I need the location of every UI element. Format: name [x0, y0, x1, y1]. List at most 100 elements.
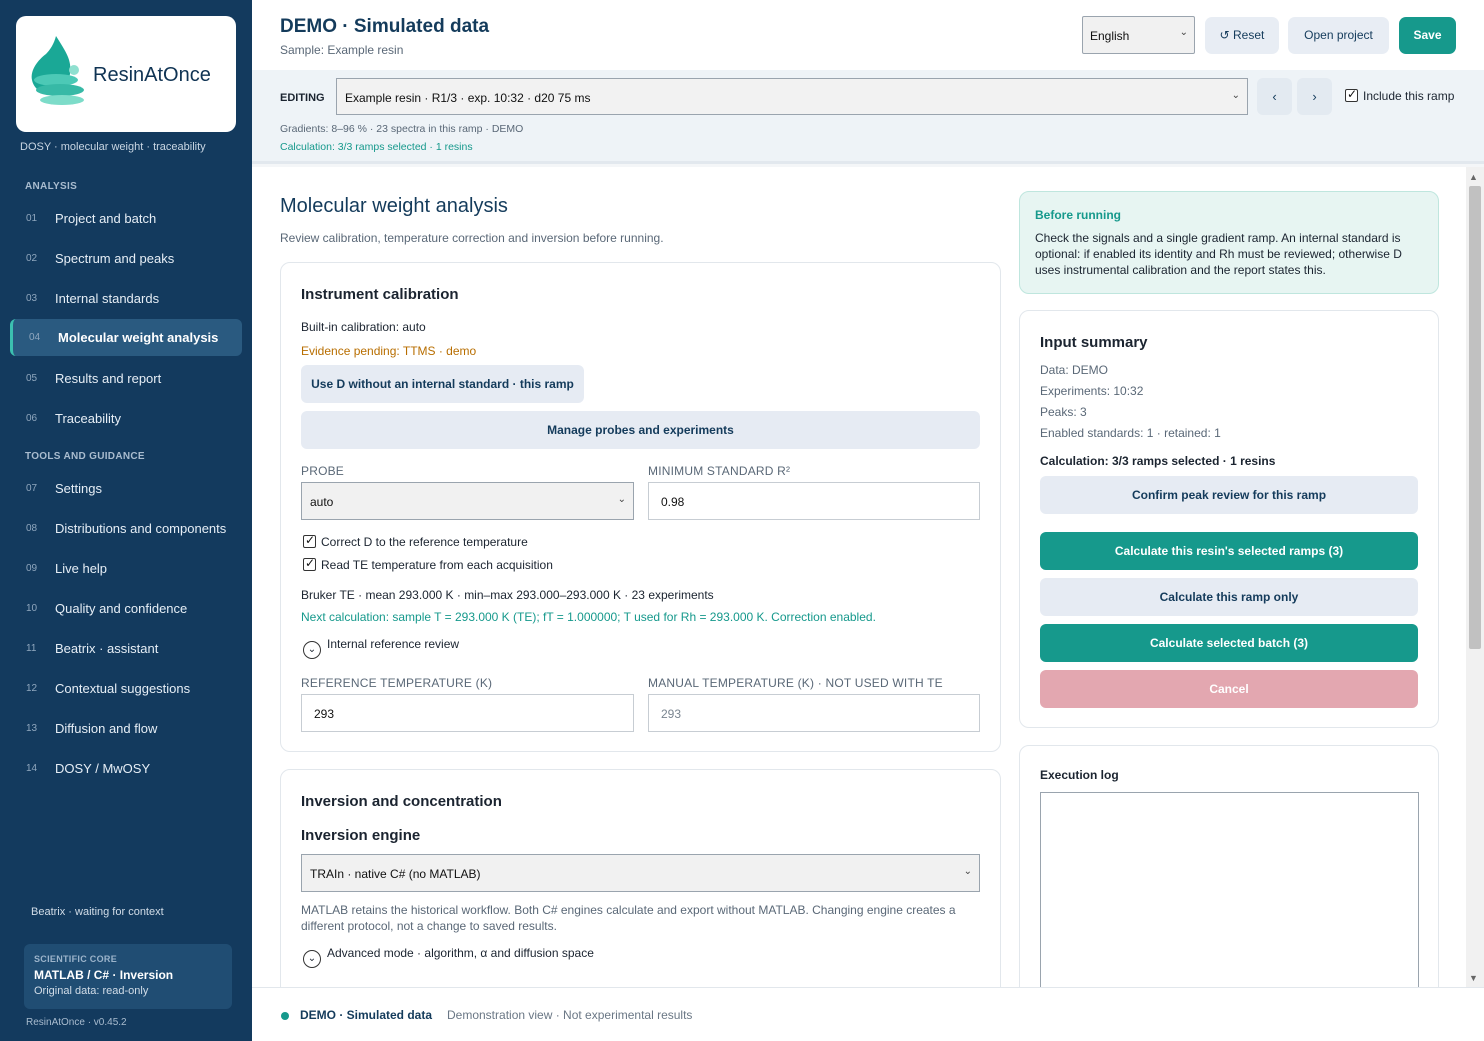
- nav-label: Diffusion and flow: [55, 721, 158, 736]
- reset-button[interactable]: ↺ Reset: [1205, 17, 1279, 54]
- page-title: Molecular weight analysis: [280, 195, 508, 217]
- min-r2-input[interactable]: 0.98: [648, 482, 980, 520]
- sidebar-item-settings[interactable]: 07 Settings: [10, 470, 242, 507]
- nav-number: 13: [26, 723, 38, 734]
- section-analysis: ANALYSIS: [25, 181, 78, 192]
- nav-label: Live help: [55, 561, 108, 576]
- nav-label: Project and batch: [55, 211, 157, 226]
- sidebar-item-diffusion[interactable]: 13 Diffusion and flow: [10, 710, 242, 747]
- chevron-down-icon: ⌄: [963, 866, 972, 877]
- scrollbar-thumb[interactable]: [1469, 186, 1481, 649]
- use-d-without-standard-button[interactable]: Use D without an internal standard · thi…: [301, 365, 584, 403]
- cancel-button[interactable]: Cancel: [1040, 670, 1418, 708]
- summary-peaks: Peaks: 3: [1040, 405, 1087, 419]
- footer: DEMO · Simulated data Demonstration view…: [252, 987, 1484, 1041]
- before-running-note: Before running Check the signals and a s…: [1019, 191, 1439, 294]
- advanced-mode-toggle[interactable]: ⌄ Advanced mode · algorithm, α and diffus…: [303, 946, 594, 968]
- ramp-select[interactable]: Example resin · R1/3 · exp. 10:32 · d20 …: [336, 78, 1248, 115]
- nav-label: Beatrix · assistant: [55, 641, 159, 656]
- execution-log-title: Execution log: [1040, 768, 1119, 782]
- read-te-checkbox[interactable]: Read TE temperature from each acquisitio…: [303, 556, 553, 572]
- advanced-mode-label: Advanced mode · algorithm, α and diffusi…: [327, 946, 594, 960]
- logo-card: ResinAtOnce: [16, 16, 236, 132]
- summary-calculation: Calculation: 3/3 ramps selected · 1 resi…: [1040, 454, 1276, 468]
- language-value: English: [1090, 29, 1130, 43]
- sidebar-item-quality[interactable]: 10 Quality and confidence: [10, 590, 242, 627]
- footer-note: Demonstration view · Not experimental re…: [447, 1008, 693, 1022]
- sample-label: Sample: Example resin: [280, 43, 404, 57]
- chevron-down-circle-icon: ⌄: [303, 641, 321, 659]
- inversion-engine-title: Inversion engine: [301, 827, 421, 844]
- previous-ramp-button[interactable]: ‹: [1257, 78, 1292, 115]
- sidebar-item-traceability[interactable]: 06 Traceability: [10, 400, 242, 437]
- sidebar-item-suggestions[interactable]: 12 Contextual suggestions: [10, 670, 242, 707]
- confirm-peak-review-button[interactable]: Confirm peak review for this ramp: [1040, 476, 1418, 514]
- sidebar-item-standards[interactable]: 03 Internal standards: [10, 280, 242, 317]
- sidebar-item-live-help[interactable]: 09 Live help: [10, 550, 242, 587]
- bruker-te-info: Bruker TE · mean 293.000 K · min–max 293…: [301, 588, 714, 602]
- sidebar-item-molecular-weight[interactable]: 04 Molecular weight analysis: [10, 319, 242, 356]
- checkbox-checked-icon: [1345, 87, 1358, 102]
- app-version: ResinAtOnce · v0.45.2: [26, 1017, 127, 1028]
- logo-text: ResinAtOnce: [93, 64, 211, 86]
- open-project-button[interactable]: Open project: [1288, 17, 1389, 54]
- next-calculation-info: Next calculation: sample T = 293.000 K (…: [301, 610, 876, 624]
- nav-label: Quality and confidence: [55, 601, 188, 616]
- nav-number: 05: [26, 373, 38, 384]
- manual-temp-input[interactable]: 293: [648, 694, 980, 732]
- nav-label: Distributions and components: [55, 521, 227, 536]
- chevron-down-circle-icon: ⌄: [303, 950, 321, 968]
- nav-number: 03: [26, 293, 38, 304]
- calculate-ramp-only-button[interactable]: Calculate this ramp only: [1040, 578, 1418, 616]
- nav-number: 12: [26, 683, 38, 694]
- sidebar-item-results[interactable]: 05 Results and report: [10, 360, 242, 397]
- inversion-engine-select[interactable]: TRAIn · native C# (no MATLAB) ⌄: [301, 854, 980, 892]
- editing-strip: EDITING Example resin · R1/3 · exp. 10:3…: [252, 70, 1484, 164]
- sidebar-item-spectrum[interactable]: 02 Spectrum and peaks: [10, 240, 242, 277]
- language-select[interactable]: English ⌄: [1082, 16, 1195, 54]
- calculate-batch-button[interactable]: Calculate selected batch (3): [1040, 624, 1418, 662]
- save-button[interactable]: Save: [1399, 17, 1456, 54]
- beatrix-status: Beatrix · waiting for context: [31, 906, 164, 918]
- nav-label: Internal standards: [55, 291, 160, 306]
- sidebar-item-dosy[interactable]: 14 DOSY / MwOSY: [10, 750, 242, 787]
- footer-status: DEMO · Simulated data: [300, 1008, 433, 1022]
- tagline: DOSY · molecular weight · traceability: [20, 141, 206, 153]
- before-running-title: Before running: [1035, 208, 1121, 222]
- calculate-resin-ramps-button[interactable]: Calculate this resin's selected ramps (3…: [1040, 532, 1418, 570]
- status-dot-icon: [281, 1012, 289, 1020]
- internal-reference-review-toggle[interactable]: ⌄ Internal reference review: [303, 637, 459, 659]
- next-ramp-button[interactable]: ›: [1297, 78, 1332, 115]
- editing-label: EDITING: [280, 92, 325, 104]
- scroll-down-icon[interactable]: ▼: [1469, 973, 1478, 983]
- checkbox-checked-icon: [303, 556, 316, 571]
- manage-probes-button[interactable]: Manage probes and experiments: [301, 411, 980, 449]
- scroll-up-icon[interactable]: ▲: [1469, 172, 1478, 182]
- execution-log-output[interactable]: [1040, 792, 1419, 987]
- resin-drop-logo-icon: [31, 36, 84, 105]
- correct-d-checkbox[interactable]: Correct D to the reference temperature: [303, 533, 528, 549]
- ramp-value: Example resin · R1/3 · exp. 10:32 · d20 …: [345, 91, 591, 105]
- reference-temp-input[interactable]: 293: [301, 694, 634, 732]
- input-summary-title: Input summary: [1040, 334, 1148, 351]
- nav-label: Contextual suggestions: [55, 681, 191, 696]
- sidebar-item-distributions[interactable]: 08 Distributions and components: [10, 510, 242, 547]
- reference-temp-label: REFERENCE TEMPERATURE (K): [301, 676, 493, 690]
- nav-number: 14: [26, 763, 38, 774]
- checkbox-checked-icon: [303, 533, 316, 548]
- manual-temp-label: MANUAL TEMPERATURE (K) · NOT USED WITH T…: [648, 676, 943, 690]
- sidebar: ResinAtOnce DOSY · molecular weight · tr…: [0, 0, 252, 1041]
- core-title: SCIENTIFIC CORE: [34, 954, 118, 964]
- probe-select[interactable]: auto ⌄: [301, 482, 634, 520]
- summary-experiments: Experiments: 10:32: [1040, 384, 1144, 398]
- core-name: MATLAB / C# · Inversion: [34, 968, 174, 982]
- calculation-status: Calculation: 3/3 ramps selected · 1 resi…: [280, 141, 473, 153]
- include-ramp-checkbox[interactable]: Include this ramp: [1345, 87, 1454, 103]
- nav-number: 10: [26, 603, 38, 614]
- nav-number: 02: [26, 253, 38, 264]
- nav-number: 11: [26, 643, 37, 654]
- execution-log-card: Execution log: [1019, 745, 1439, 987]
- sidebar-item-project[interactable]: 01 Project and batch: [10, 200, 242, 237]
- sidebar-item-beatrix[interactable]: 11 Beatrix · assistant: [10, 630, 242, 667]
- summary-standards: Enabled standards: 1 · retained: 1: [1040, 426, 1221, 440]
